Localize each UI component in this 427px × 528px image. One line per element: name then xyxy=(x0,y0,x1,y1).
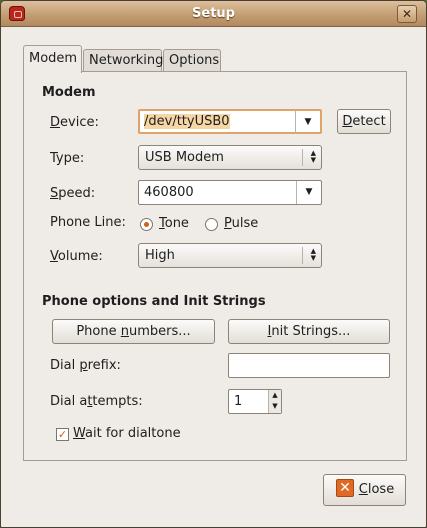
dial-attempts-value[interactable]: 1 xyxy=(234,394,242,409)
type-label: Type: xyxy=(50,151,85,166)
type-select[interactable]: USB Modem ▲ ▼ xyxy=(138,145,322,170)
volume-value: High xyxy=(145,248,175,263)
title-bar[interactable]: Setup ✕ xyxy=(1,1,426,27)
close-icon: ✕ xyxy=(336,479,354,497)
chevron-down-icon[interactable]: ▼ xyxy=(296,181,321,204)
window-close-icon[interactable]: ✕ xyxy=(397,5,417,23)
dial-attempts-label: Dial attempts: xyxy=(50,394,143,409)
spin-arrows-icon[interactable]: ▲ ▼ xyxy=(268,390,281,413)
tab-modem[interactable]: Modem xyxy=(23,45,82,73)
wait-dialtone-checkbox[interactable]: ✓ xyxy=(56,428,69,441)
detect-button[interactable]: Detect xyxy=(337,109,391,134)
init-strings-button[interactable]: Init Strings... xyxy=(228,319,390,344)
speed-label: Speed: xyxy=(50,186,96,201)
close-button[interactable]: ✕ Close xyxy=(323,474,406,506)
phone-numbers-button[interactable]: Phone numbers... xyxy=(52,319,215,344)
pulse-label[interactable]: Pulse xyxy=(224,216,258,231)
tab-options[interactable]: Options xyxy=(163,49,221,73)
speed-combo[interactable]: 460800 ▼ xyxy=(138,180,322,205)
setup-dialog: Setup ✕ Modem Networking Options Modem D… xyxy=(0,0,427,528)
dial-prefix-field[interactable] xyxy=(228,353,390,378)
phone-options-heading: Phone options and Init Strings xyxy=(42,294,266,309)
up-down-icon: ▲ ▼ xyxy=(310,149,316,164)
separator xyxy=(302,149,303,166)
chevron-down-icon[interactable]: ▼ xyxy=(295,111,320,134)
pulse-radio[interactable] xyxy=(205,218,218,231)
modem-section-heading: Modem xyxy=(42,85,96,100)
tone-label[interactable]: Tone xyxy=(159,216,189,231)
dial-prefix-label: Dial prefix: xyxy=(50,358,121,373)
device-combo[interactable]: /dev/ttyUSB0 ▼ xyxy=(138,109,322,134)
up-down-icon: ▲ ▼ xyxy=(310,247,316,262)
volume-select[interactable]: High ▲ ▼ xyxy=(138,243,322,268)
volume-label: Volume: xyxy=(50,249,103,264)
dial-attempts-spinner[interactable]: 1 ▲ ▼ xyxy=(228,389,282,414)
type-value: USB Modem xyxy=(145,150,224,165)
wait-dialtone-label[interactable]: Wait for dialtone xyxy=(73,426,181,441)
window-title: Setup xyxy=(192,6,235,21)
device-label: Device: xyxy=(50,115,99,130)
tab-networking[interactable]: Networking xyxy=(83,49,163,73)
phone-line-label: Phone Line: xyxy=(50,215,126,230)
device-value[interactable]: /dev/ttyUSB0 xyxy=(144,114,230,129)
tone-radio[interactable] xyxy=(140,218,153,231)
separator xyxy=(302,247,303,264)
speed-value[interactable]: 460800 xyxy=(144,185,194,200)
